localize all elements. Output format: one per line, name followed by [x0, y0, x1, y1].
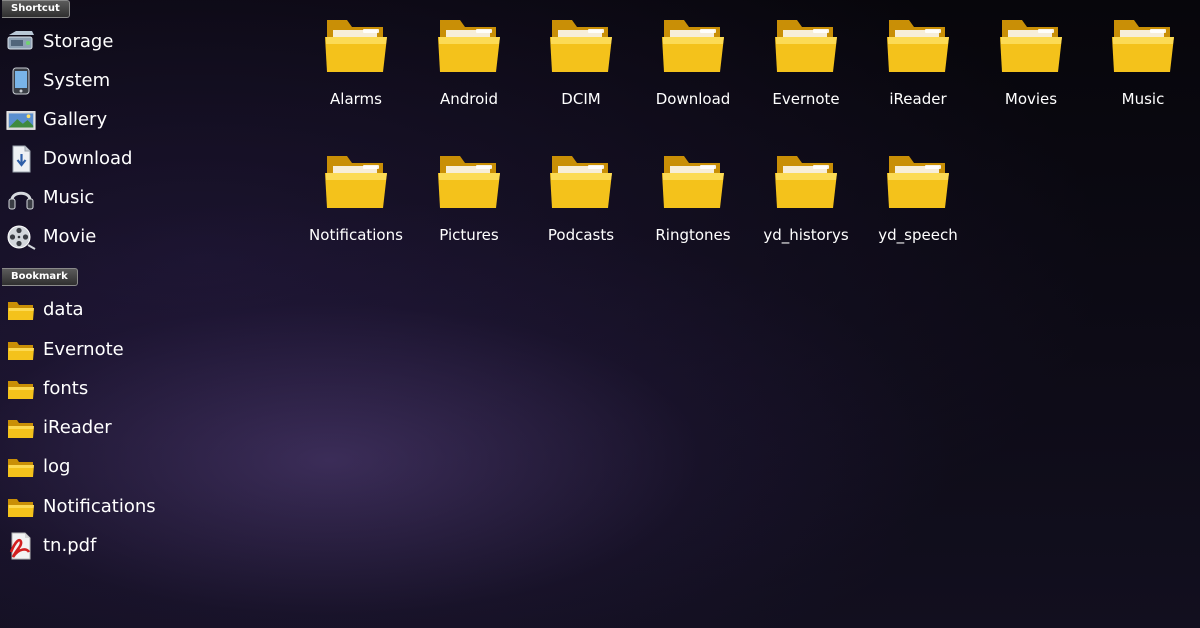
shortcut-label: Movie	[43, 226, 97, 247]
folder-ireader[interactable]: iReader	[862, 0, 974, 120]
bookmark-label: fonts	[43, 378, 89, 399]
folder-podcasts[interactable]: Podcasts	[525, 136, 637, 256]
bookmark-item-log[interactable]: log	[6, 450, 70, 484]
folder-icon	[775, 20, 837, 72]
folder-dcim[interactable]: DCIM	[525, 0, 637, 120]
folder-icon	[1112, 20, 1174, 72]
bookmark-label: tn.pdf	[43, 535, 97, 556]
folder-icon	[325, 156, 387, 208]
folder-movies[interactable]: Movies	[975, 0, 1087, 120]
folder-evernote[interactable]: Evernote	[750, 0, 862, 120]
shortcut-item-gallery[interactable]: Gallery	[6, 103, 107, 137]
folder-name: Notifications	[309, 226, 403, 244]
folder-name: Download	[655, 90, 731, 108]
gallery-icon	[6, 106, 36, 134]
folder-name: Pictures	[439, 226, 499, 244]
folder-android[interactable]: Android	[413, 0, 525, 120]
storage-icon	[6, 28, 36, 56]
folder-alarms[interactable]: Alarms	[300, 0, 412, 120]
folder-name: Evernote	[772, 90, 840, 108]
folder-name: Music	[1121, 90, 1165, 108]
bookmark-label: Evernote	[43, 339, 124, 360]
bookmark-item-notifications[interactable]: Notifications	[6, 490, 156, 524]
folder-yd-speech[interactable]: yd_speech	[862, 136, 974, 256]
folder-grid: Alarms Android DCIM Download Evernote iR…	[300, 0, 1200, 628]
folder-name: Podcasts	[547, 226, 615, 244]
folder-icon	[6, 336, 36, 364]
film-reel-icon	[6, 223, 36, 251]
folder-icon	[662, 20, 724, 72]
folder-download[interactable]: Download	[637, 0, 749, 120]
folder-notifications[interactable]: Notifications	[300, 136, 412, 256]
folder-name: DCIM	[561, 90, 601, 108]
folder-icon	[887, 156, 949, 208]
folder-ringtones[interactable]: Ringtones	[637, 136, 749, 256]
headphones-icon	[6, 184, 36, 212]
folder-music[interactable]: Music	[1087, 0, 1199, 120]
shortcut-label: Music	[43, 187, 95, 208]
folder-icon	[6, 296, 36, 324]
shortcut-label: System	[43, 70, 111, 91]
folder-icon	[6, 493, 36, 521]
folder-icon	[6, 453, 36, 481]
shortcut-item-download[interactable]: Download	[6, 142, 132, 176]
shortcut-label: Download	[43, 148, 133, 169]
bookmark-item-data[interactable]: data	[6, 293, 84, 327]
folder-name: iReader	[889, 90, 947, 108]
folder-icon	[438, 156, 500, 208]
folder-icon	[6, 375, 36, 403]
folder-icon	[550, 156, 612, 208]
folder-icon	[550, 20, 612, 72]
shortcut-item-music[interactable]: Music	[6, 181, 94, 215]
folder-name: yd_historys	[763, 226, 849, 244]
folder-name: Android	[440, 90, 498, 108]
folder-icon	[6, 414, 36, 442]
folder-name: Ringtones	[655, 226, 731, 244]
folder-name: yd_speech	[878, 226, 958, 244]
bookmark-section-header: Bookmark	[2, 268, 78, 286]
folder-yd-historys[interactable]: yd_historys	[750, 136, 862, 256]
bookmark-label: data	[43, 299, 84, 320]
folder-icon	[887, 20, 949, 72]
bookmark-item-fonts[interactable]: fonts	[6, 372, 88, 406]
shortcut-item-system[interactable]: System	[6, 64, 110, 98]
folder-pictures[interactable]: Pictures	[413, 136, 525, 256]
folder-icon	[1000, 20, 1062, 72]
folder-icon	[662, 156, 724, 208]
folder-icon	[325, 20, 387, 72]
bookmark-label: log	[43, 456, 71, 477]
folder-icon	[775, 156, 837, 208]
bookmark-item-ireader[interactable]: iReader	[6, 411, 112, 445]
folder-name: Alarms	[330, 90, 382, 108]
bookmark-item-evernote[interactable]: Evernote	[6, 333, 124, 367]
pdf-icon	[6, 532, 36, 560]
download-icon	[6, 145, 36, 173]
phone-icon	[6, 67, 36, 95]
bookmark-item-tn-pdf[interactable]: tn.pdf	[6, 529, 96, 563]
sidebar: Shortcut Storage System Gallery Download…	[0, 0, 290, 628]
bookmark-label: iReader	[43, 417, 112, 438]
bookmark-label: Notifications	[43, 496, 156, 517]
folder-name: Movies	[1004, 90, 1058, 108]
shortcut-item-movie[interactable]: Movie	[6, 220, 96, 254]
folder-icon	[438, 20, 500, 72]
shortcut-item-storage[interactable]: Storage	[6, 25, 113, 59]
shortcut-label: Gallery	[43, 109, 108, 130]
shortcut-section-header: Shortcut	[2, 0, 70, 18]
shortcut-label: Storage	[43, 31, 114, 52]
